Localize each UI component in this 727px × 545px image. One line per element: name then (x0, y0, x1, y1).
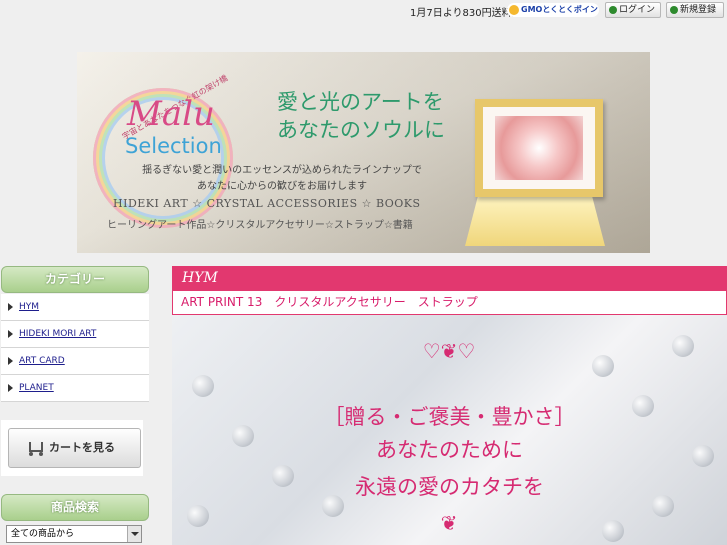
login-button[interactable]: ログイン (605, 2, 661, 18)
category-item-planet[interactable]: PLANET (1, 375, 149, 402)
category-list: HYM HIDEKI MORI ART ART CARD PLANET (1, 294, 149, 402)
crystal-bead-image (672, 335, 694, 357)
heart-ornament-icon: ♡❦♡ (422, 339, 476, 363)
arrow-right-icon (8, 357, 13, 365)
register-button[interactable]: 新規登録 (666, 2, 724, 18)
login-label: ログイン (619, 5, 656, 15)
arrow-right-icon (8, 303, 13, 311)
banner-description-line-1: 揺るぎない愛と潤いのエッセンスが込められたラインナップで (142, 165, 422, 176)
category-item-hideki-mori-art[interactable]: HIDEKI MORI ART (1, 321, 149, 348)
arrow-right-icon (8, 330, 13, 338)
banner-categories-en: HIDEKI ART ☆ CRYSTAL ACCESSORIES ☆ BOOKS (113, 197, 421, 210)
hero-text-line-2: あなたのために (376, 438, 523, 462)
banner-headline-line-2: あなたのソウルに (277, 118, 445, 142)
top-bar: 1月7日より830円送料無料となります GMOとくとくポイント ログイン 新規登… (0, 0, 727, 20)
crystal-bead-image (192, 375, 214, 397)
category-item-hym[interactable]: HYM (1, 294, 149, 321)
category-link-hym[interactable]: HYM (19, 302, 39, 312)
crystal-bead-image (592, 355, 614, 377)
category-item-art-card[interactable]: ART CARD (1, 348, 149, 375)
banner-headline-line-1: 愛と光のアートを (277, 90, 444, 114)
search-category-value: 全ての商品から (11, 529, 75, 539)
banner-description-line-2: あなたに心からの歓びをお届けします (197, 181, 367, 192)
logo-selection-text: Selection (125, 134, 222, 158)
hero-text-line-3: 永遠の愛のカタチを (355, 475, 544, 499)
view-cart-label: カートを見る (49, 441, 115, 454)
login-icon (609, 6, 617, 14)
banner-categories-jp: ヒーリングアート作品☆クリスタルアクセサリー☆ストラップ☆書籍 (107, 220, 413, 231)
logo-malu-text: Malu (127, 94, 215, 134)
category-link-art-card[interactable]: ART CARD (19, 356, 65, 366)
category-heading: カテゴリー (1, 266, 149, 293)
gmo-point-label: GMOとくとくポイント (521, 5, 599, 14)
flourish-ornament-icon: ❦ (440, 511, 458, 535)
arrow-right-icon (8, 384, 13, 392)
category-link-hideki-mori-art[interactable]: HIDEKI MORI ART (19, 329, 96, 339)
gold-cloth-image (465, 192, 605, 246)
hero-image: ♡❦♡ ［贈る・ご褒美・豊かさ］ あなたのために 永遠の愛のカタチを ❦ (172, 315, 727, 545)
crystal-bead-image (602, 520, 624, 542)
product-search-heading: 商品検索 (1, 494, 149, 521)
banner-description: 揺るぎない愛と潤いのエッセンスが込められたラインナップで あなたに心からの歓びを… (137, 163, 427, 195)
cart-icon (29, 442, 43, 456)
gmo-point-icon (509, 5, 519, 15)
banner-headline: 愛と光のアートを あなたのソウルに (277, 88, 445, 144)
crystal-bead-image (187, 505, 209, 527)
search-category-select[interactable]: 全ての商品から (6, 525, 142, 543)
gmo-point-badge[interactable]: GMOとくとくポイント (507, 3, 599, 17)
healing-art-image (495, 116, 583, 180)
product-subtitle: ART PRINT 13 クリスタルアクセサリー ストラップ (172, 291, 727, 315)
framed-art-image (475, 99, 603, 197)
header-banner[interactable]: 宇宙とあなたをつなぐ虹の架け橋 Malu Selection 愛と光のアートを … (77, 52, 650, 253)
hero-text-line-1: ［贈る・ご褒美・豊かさ］ (323, 405, 576, 429)
register-icon (670, 6, 678, 14)
category-link-planet[interactable]: PLANET (19, 383, 54, 393)
cart-box: カートを見る (1, 420, 143, 476)
chevron-down-icon[interactable] (127, 526, 141, 542)
page-title: HYM (172, 266, 727, 291)
register-label: 新規登録 (680, 5, 717, 15)
view-cart-button[interactable]: カートを見る (8, 428, 141, 468)
